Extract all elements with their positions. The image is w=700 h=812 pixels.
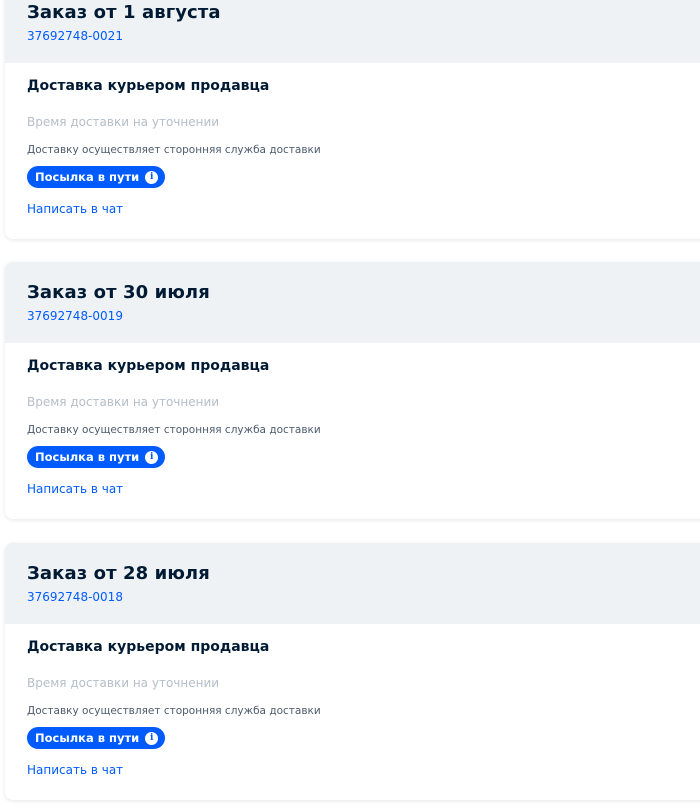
delivery-method: Доставка курьером продавца <box>27 639 270 655</box>
status-badge[interactable]: Посылка в пути i <box>27 446 166 468</box>
order-title: Заказ от 30 июля <box>27 282 210 303</box>
delivery-note: Доставку осуществляет сторонняя служба д… <box>27 424 321 436</box>
info-icon[interactable]: i <box>145 450 159 464</box>
order-header: Заказ от 28 июля 37692748-0018 <box>5 543 700 624</box>
status-label: Посылка в пути <box>35 731 140 745</box>
status-badge[interactable]: Посылка в пути i <box>27 166 166 188</box>
order-header: Заказ от 1 августа 37692748-0021 <box>5 0 700 63</box>
info-icon[interactable]: i <box>145 170 159 184</box>
delivery-method: Доставка курьером продавца <box>27 78 270 94</box>
order-card: Заказ от 28 июля 37692748-0018 Доставка … <box>5 543 700 800</box>
order-title: Заказ от 28 июля <box>27 563 210 584</box>
status-badge[interactable]: Посылка в пути i <box>27 727 166 749</box>
order-card: Заказ от 1 августа 37692748-0021 Доставк… <box>5 0 700 239</box>
order-header: Заказ от 30 июля 37692748-0019 <box>5 262 700 343</box>
status-label: Посылка в пути <box>35 450 140 464</box>
chat-link[interactable]: Написать в чат <box>27 482 123 496</box>
order-title: Заказ от 1 августа <box>27 2 221 23</box>
order-card: Заказ от 30 июля 37692748-0019 Доставка … <box>5 262 700 519</box>
order-number-link[interactable]: 37692748-0019 <box>27 309 123 323</box>
chat-link[interactable]: Написать в чат <box>27 763 123 777</box>
chat-link[interactable]: Написать в чат <box>27 202 123 216</box>
status-label: Посылка в пути <box>35 170 140 184</box>
delivery-note: Доставку осуществляет сторонняя служба д… <box>27 144 321 156</box>
delivery-method: Доставка курьером продавца <box>27 358 270 374</box>
delivery-time: Время доставки на уточнении <box>27 676 220 690</box>
order-number-link[interactable]: 37692748-0018 <box>27 590 123 604</box>
delivery-time: Время доставки на уточнении <box>27 115 220 129</box>
info-icon[interactable]: i <box>145 731 159 745</box>
delivery-time: Время доставки на уточнении <box>27 395 220 409</box>
order-number-link[interactable]: 37692748-0021 <box>27 29 123 43</box>
delivery-note: Доставку осуществляет сторонняя служба д… <box>27 705 321 717</box>
